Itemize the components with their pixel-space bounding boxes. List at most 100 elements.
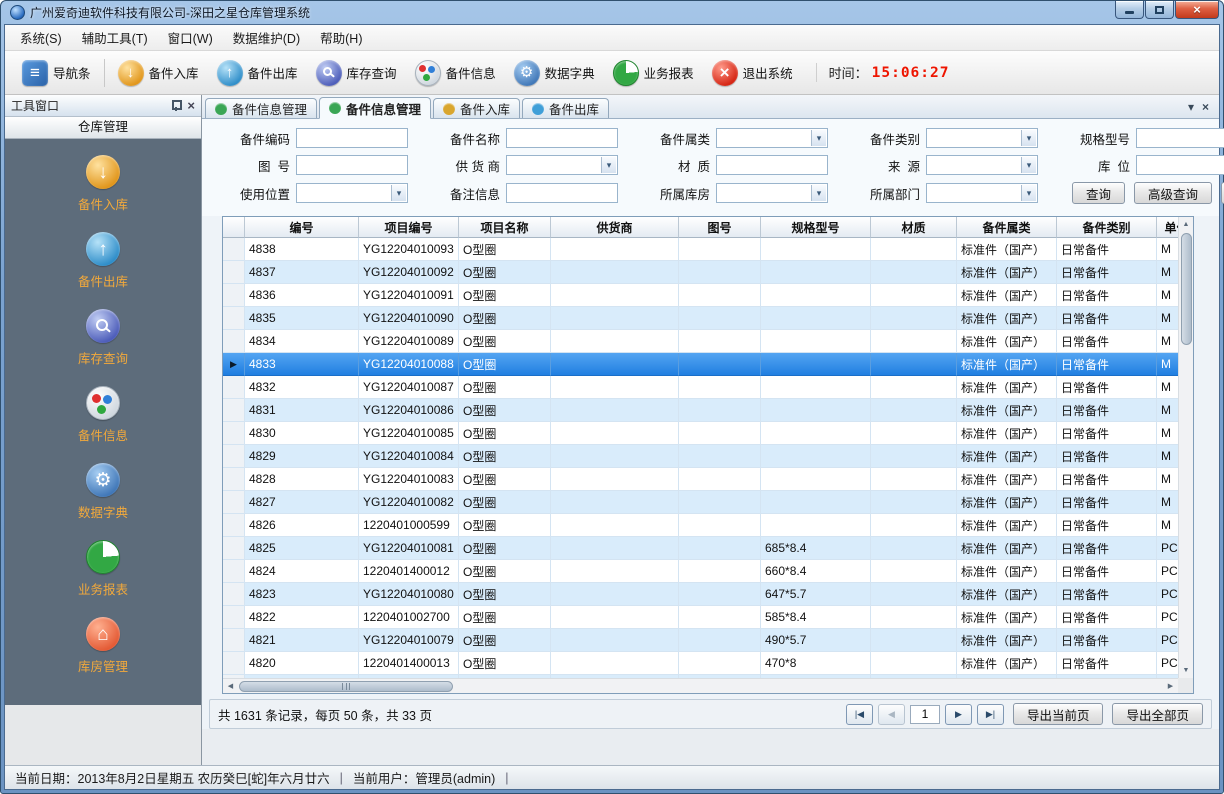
table-row[interactable]: 4835YG12204010090O型圈标准件（国产）日常备件M <box>223 307 1178 330</box>
tab-list-icon[interactable]: ▾ <box>1188 100 1194 114</box>
toolbar-data-dict[interactable]: ⚙数据字典 <box>505 56 604 90</box>
table-row[interactable]: 4823YG12204010080O型圈647*5.7标准件（国产）日常备件PC <box>223 583 1178 606</box>
field-supplier[interactable]: ▾ <box>506 155 618 175</box>
dropdown-arrow-icon[interactable]: ▾ <box>811 130 826 146</box>
tab-parts-out[interactable]: 备件出库 <box>522 98 609 118</box>
column-header-type[interactable]: 备件类别 <box>1057 217 1157 238</box>
table-row[interactable]: 4834YG12204010089O型圈标准件（国产）日常备件M <box>223 330 1178 353</box>
column-header-unit[interactable]: 单位 <box>1157 217 1178 238</box>
table-row[interactable]: 4832YG12204010087O型圈标准件（国产）日常备件M <box>223 376 1178 399</box>
button-query[interactable]: 查询 <box>1072 182 1125 204</box>
table-row[interactable]: 48201220401400013O型圈470*8标准件（国产）日常备件PC <box>223 652 1178 675</box>
table-row[interactable]: 4825YG12204010081O型圈685*8.4标准件（国产）日常备件PC <box>223 537 1178 560</box>
dropdown-arrow-icon[interactable]: ▾ <box>391 185 406 201</box>
sidebar-item-data-dict[interactable]: ⚙数据字典 <box>78 463 128 521</box>
field-part-name[interactable] <box>506 128 618 148</box>
menu-item-window[interactable]: 窗口(W) <box>159 25 222 50</box>
table-row[interactable]: 4837YG12204010092O型圈标准件（国产）日常备件M <box>223 261 1178 284</box>
column-header-category[interactable]: 备件属类 <box>957 217 1057 238</box>
field-drawing-no[interactable] <box>296 155 408 175</box>
tab-parts-in[interactable]: 备件入库 <box>433 98 520 118</box>
toolbar-parts-info[interactable]: 备件信息 <box>406 56 505 90</box>
table-row[interactable]: 48221220401002700O型圈585*8.4标准件（国产）日常备件PC <box>223 606 1178 629</box>
column-header-material[interactable]: 材质 <box>871 217 957 238</box>
toolbar-inventory-query[interactable]: 库存查询 <box>307 56 406 90</box>
sidebar-item-business-report[interactable]: 业务报表 <box>78 540 128 598</box>
field-part-category[interactable]: ▾ <box>716 128 828 148</box>
sidebar-item-warehouse-mgmt[interactable]: ⌂库房管理 <box>78 617 128 675</box>
tab-parts-info-mgmt-2[interactable]: 备件信息管理 <box>319 97 431 119</box>
column-header-name[interactable]: 项目名称 <box>459 217 551 238</box>
column-header-code[interactable]: 项目编号 <box>359 217 459 238</box>
scroll-right-icon[interactable]: ▶ <box>1163 679 1178 694</box>
table-row[interactable]: 4836YG12204010091O型圈标准件（国产）日常备件M <box>223 284 1178 307</box>
column-header-id[interactable]: 编号 <box>245 217 359 238</box>
dropdown-arrow-icon[interactable]: ▾ <box>1021 185 1036 201</box>
menu-item-aux-tools[interactable]: 辅助工具(T) <box>73 25 157 50</box>
field-remark[interactable] <box>506 183 618 203</box>
field-warehouse[interactable]: ▾ <box>716 183 828 203</box>
scroll-left-icon[interactable]: ◀ <box>223 679 238 694</box>
table-row[interactable]: 4828YG12204010083O型圈标准件（国产）日常备件M <box>223 468 1178 491</box>
field-material[interactable] <box>716 155 828 175</box>
maximize-button[interactable] <box>1145 1 1174 19</box>
first-page-button[interactable]: |◀ <box>846 704 873 725</box>
toolbar-business-report[interactable]: 业务报表 <box>604 56 703 90</box>
column-header-drawing[interactable]: 图号 <box>679 217 761 238</box>
sidebar-item-inventory-query[interactable]: 库存查询 <box>78 309 128 367</box>
tab-parts-info-mgmt-1[interactable]: 备件信息管理 <box>205 98 317 118</box>
toolbar-nav-bar[interactable]: ≡导航条 <box>13 56 100 90</box>
vertical-scroll-thumb[interactable] <box>1181 233 1192 345</box>
last-page-button[interactable]: ▶| <box>977 704 1004 725</box>
vertical-scrollbar[interactable]: ▲ ▼ <box>1178 217 1193 678</box>
field-location[interactable]: ▾ <box>1136 155 1224 175</box>
sidebar-item-parts-in[interactable]: ↓备件入库 <box>78 155 128 213</box>
column-header-spec[interactable]: 规格型号 <box>761 217 871 238</box>
toolbar-exit-system[interactable]: ×退出系统 <box>703 56 802 90</box>
toolbar-parts-out[interactable]: ↑备件出库 <box>208 56 307 90</box>
next-page-button[interactable]: ▶ <box>945 704 972 725</box>
field-source[interactable]: ▾ <box>926 155 1038 175</box>
column-header-supplier[interactable]: 供货商 <box>551 217 679 238</box>
table-row[interactable]: ▶4833YG12204010088O型圈标准件（国产）日常备件M <box>223 353 1178 376</box>
prev-page-button[interactable]: ◀ <box>878 704 905 725</box>
field-part-code[interactable] <box>296 128 408 148</box>
field-department[interactable]: ▾ <box>926 183 1038 203</box>
table-row[interactable]: 4831YG12204010086O型圈标准件（国产）日常备件M <box>223 399 1178 422</box>
sidebar-item-parts-out[interactable]: ↑备件出库 <box>78 232 128 290</box>
table-row[interactable]: 4829YG12204010084O型圈标准件（国产）日常备件M <box>223 445 1178 468</box>
horizontal-scrollbar[interactable]: ◀ ▶ <box>223 678 1178 693</box>
menu-item-system[interactable]: 系统(S) <box>11 25 71 50</box>
close-button[interactable]: × <box>1175 1 1219 19</box>
table-row[interactable]: 4838YG12204010093O型圈标准件（国产）日常备件M <box>223 238 1178 261</box>
horizontal-scroll-thumb[interactable] <box>239 681 453 692</box>
title-bar[interactable]: 广州爱奇迪软件科技有限公司-深田之星仓库管理系统 × <box>4 1 1220 24</box>
export-all-pages-button[interactable]: 导出全部页 <box>1112 703 1203 725</box>
toolbar-parts-in[interactable]: ↓备件入库 <box>109 56 208 90</box>
tab-close-icon[interactable]: × <box>1202 100 1209 114</box>
table-row[interactable]: 4830YG12204010085O型圈标准件（国产）日常备件M <box>223 422 1178 445</box>
table-row[interactable]: 48261220401000599O型圈标准件（国产）日常备件M <box>223 514 1178 537</box>
dropdown-arrow-icon[interactable]: ▾ <box>811 185 826 201</box>
table-row[interactable]: 4827YG12204010082O型圈标准件（国产）日常备件M <box>223 491 1178 514</box>
field-part-type[interactable]: ▾ <box>926 128 1038 148</box>
dropdown-arrow-icon[interactable]: ▾ <box>1021 130 1036 146</box>
scroll-up-icon[interactable]: ▲ <box>1179 217 1194 232</box>
page-number-input[interactable] <box>910 705 940 724</box>
export-current-page-button[interactable]: 导出当前页 <box>1013 703 1104 725</box>
cell-category: 标准件（国产） <box>957 560 1057 583</box>
field-use-position[interactable]: ▾ <box>296 183 408 203</box>
panel-close-icon[interactable]: × <box>187 99 195 112</box>
menu-item-help[interactable]: 帮助(H) <box>311 25 371 50</box>
field-spec-model[interactable]: ▾ <box>1136 128 1224 148</box>
scroll-down-icon[interactable]: ▼ <box>1179 663 1194 678</box>
dropdown-arrow-icon[interactable]: ▾ <box>1021 157 1036 173</box>
table-row[interactable]: 48241220401400012O型圈660*8.4标准件（国产）日常备件PC <box>223 560 1178 583</box>
menu-item-data-maintenance[interactable]: 数据维护(D) <box>224 25 309 50</box>
pin-icon[interactable] <box>171 100 180 111</box>
minimize-button[interactable] <box>1115 1 1144 19</box>
dropdown-arrow-icon[interactable]: ▾ <box>601 157 616 173</box>
table-row[interactable]: 4821YG12204010079O型圈490*5.7标准件（国产）日常备件PC <box>223 629 1178 652</box>
button-advanced-query[interactable]: 高级查询 <box>1134 182 1212 204</box>
sidebar-item-parts-info[interactable]: 备件信息 <box>78 386 128 444</box>
